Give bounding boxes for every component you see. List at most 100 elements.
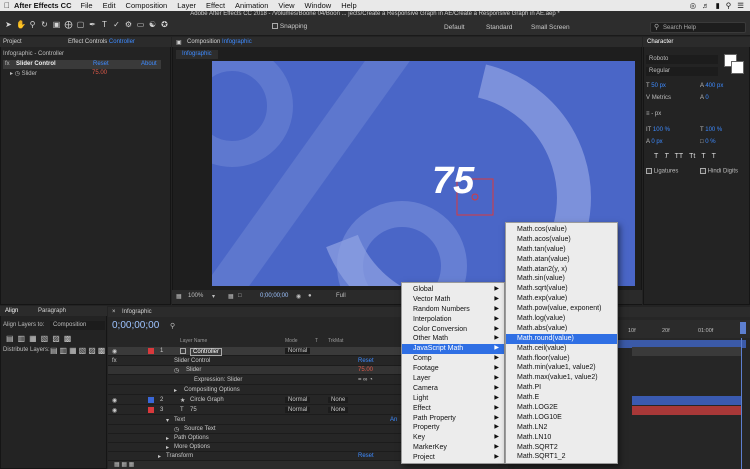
menu-item-math-tan[interactable]: Math.tan(value) (506, 245, 617, 255)
menu-item-math-cos[interactable]: Math.cos(value) (506, 225, 617, 235)
tab-infographic[interactable]: Infographic (122, 309, 152, 315)
property-value[interactable]: 75.00 (358, 367, 373, 373)
reset-link[interactable]: Reset (93, 61, 109, 67)
reset-link[interactable]: Reset (358, 358, 374, 364)
menu-item-math-acos[interactable]: Math.acos(value) (506, 235, 617, 245)
rotate-tool-icon[interactable]: ↻ (40, 20, 49, 29)
menu-item-math-log2e[interactable]: Math.LOG2E (506, 403, 617, 413)
align-buttons[interactable]: ▤▥▦▧▨▩ (6, 334, 75, 343)
expand-arrow-icon[interactable]: ▸ (166, 444, 169, 451)
stopwatch-icon[interactable]: ◷ (174, 367, 179, 374)
mask-icon[interactable]: □ (238, 293, 242, 299)
timeline-search-icon[interactable]: ⚲ (170, 322, 175, 330)
layer-name[interactable]: Controller (190, 348, 223, 356)
stopwatch-icon[interactable]: ◷ (174, 426, 179, 433)
close-tab-icon[interactable]: × (112, 309, 116, 315)
menu-item-math-max[interactable]: Math.max(value1, value2) (506, 373, 617, 383)
menu-item-math-sqrt1-2[interactable]: Math.SQRT1_2 (506, 452, 617, 462)
col-mode[interactable]: Mode (285, 338, 298, 344)
tab-project[interactable]: Project (3, 39, 22, 45)
menu-item-javascript-math[interactable]: JavaScript Math ▶ (402, 344, 504, 355)
workspace-default[interactable]: Default (444, 24, 465, 31)
spotlight-icon[interactable]: ⚲ (726, 1, 732, 10)
menu-item-random-numbers[interactable]: Random Numbers ▶ (402, 305, 504, 315)
layer-mode-dropdown[interactable]: Normal (285, 348, 311, 354)
menu-item-math-log10e[interactable]: Math.LOG10E (506, 413, 617, 423)
character-title[interactable]: Character (647, 39, 673, 45)
hindi-digits-checkbox[interactable]: Hindi Digits (700, 168, 738, 175)
apple-icon[interactable]:  (0, 1, 14, 10)
search-help-input[interactable]: Search Help (650, 22, 746, 33)
menu-window[interactable]: Window (305, 1, 332, 10)
layer-mode-dropdown[interactable]: Normal (285, 397, 311, 403)
menu-item-vector-math[interactable]: Vector Math ▶ (402, 295, 504, 305)
menu-animation[interactable]: Animation (235, 1, 268, 10)
menu-item-layer[interactable]: Layer ▶ (402, 374, 504, 384)
track-75[interactable] (632, 406, 742, 415)
notification-icon[interactable]: ☰ (737, 1, 744, 10)
animate-link[interactable]: An (390, 417, 397, 423)
menu-item-math-pow[interactable]: Math.pow(value, exponent) (506, 304, 617, 314)
trkmat-dropdown[interactable]: None (328, 397, 349, 403)
menu-item-property[interactable]: Property ▶ (402, 423, 504, 433)
fx-icon[interactable]: fx (112, 358, 117, 364)
puppet-tool-icon[interactable]: ✪ (160, 20, 169, 29)
horizontal-scale-field[interactable]: T 100 % (700, 127, 722, 133)
expand-arrow-icon[interactable]: ▸ (174, 387, 177, 394)
layer-mode-dropdown[interactable]: Normal (285, 407, 311, 413)
track-circle-graph[interactable] (632, 396, 742, 405)
col-t[interactable]: T (315, 338, 318, 344)
menu-item-path-property[interactable]: Path Property ▶ (402, 414, 504, 424)
menu-item-math-exp[interactable]: Math.exp(value) (506, 294, 617, 304)
visibility-eye-icon[interactable]: ◉ (112, 397, 117, 404)
label-color-swatch[interactable] (148, 397, 154, 403)
col-trkmat[interactable]: TrkMat (328, 338, 343, 344)
menu-view[interactable]: View (278, 1, 294, 10)
kerning-field[interactable]: V Metrics (646, 95, 671, 101)
about-link[interactable]: About (141, 61, 157, 67)
menu-item-other-math[interactable]: Other Math ▶ (402, 334, 504, 344)
menu-item-math-floor[interactable]: Math.floor(value) (506, 354, 617, 364)
zoom-tool-icon[interactable]: ⚲ (28, 20, 37, 29)
roto-tool-icon[interactable]: ☯ (148, 20, 157, 29)
menu-item-math-ln10[interactable]: Math.LN10 (506, 433, 617, 443)
tab-composition[interactable]: Composition Infographic (187, 39, 252, 45)
menu-item-markerkey[interactable]: MarkerKey ▶ (402, 443, 504, 453)
work-area-end-handle[interactable] (740, 322, 746, 334)
faux-italic-button[interactable]: T (664, 153, 668, 160)
menu-item-math-ln2[interactable]: Math.LN2 (506, 423, 617, 433)
rectangle-tool-icon[interactable]: ▢ (76, 20, 85, 29)
menu-item-color-conversion[interactable]: Color Conversion ▶ (402, 325, 504, 335)
menu-item-math-atan2[interactable]: Math.atan2(y, x) (506, 265, 617, 275)
col-layer-name[interactable]: Layer Name (180, 338, 207, 344)
expand-arrow-icon[interactable]: ▸ (10, 71, 13, 77)
small-caps-button[interactable]: Tt (689, 153, 695, 160)
playhead[interactable] (741, 338, 742, 469)
tab-effect-controls[interactable]: Effect Controls Controller (68, 39, 135, 45)
wifi-icon[interactable]: ◎ (690, 1, 697, 10)
workspace-standard[interactable]: Standard (486, 24, 512, 31)
time-ruler[interactable]: 10f 20f 01:00f (618, 320, 750, 338)
expand-arrow-icon[interactable]: ▾ (166, 417, 169, 424)
menu-item-math-ceil[interactable]: Math.ceil(value) (506, 344, 617, 354)
comp-timecode[interactable]: 0;00;00;00 (260, 293, 288, 299)
menu-effect[interactable]: Effect (206, 1, 225, 10)
distribute-buttons[interactable]: ▤▥▦▧▨▩ (50, 346, 107, 355)
menu-item-math-e[interactable]: Math.E (506, 393, 617, 403)
always-preview-icon[interactable]: ▦ (176, 293, 182, 300)
menu-item-math-sin[interactable]: Math.sin(value) (506, 274, 617, 284)
menu-item-camera[interactable]: Camera ▶ (402, 384, 504, 394)
layer-name[interactable]: 75 (190, 407, 197, 413)
app-menu[interactable]: After Effects CC (14, 1, 72, 10)
subscript-button[interactable]: T (712, 153, 716, 160)
menu-item-footage[interactable]: Footage ▶ (402, 364, 504, 374)
toggle-switches-icon[interactable]: ▦ ▦ ▦ (114, 461, 134, 468)
trkmat-dropdown[interactable]: None (328, 407, 349, 413)
clone-tool-icon[interactable]: ⚙ (124, 20, 133, 29)
battery-icon[interactable]: ▮ (716, 1, 720, 10)
tab-paragraph[interactable]: Paragraph (38, 308, 66, 314)
all-caps-button[interactable]: TT (675, 153, 684, 160)
menu-item-interpolation[interactable]: Interpolation ▶ (402, 315, 504, 325)
baseline-shift-field[interactable]: A 0 px (646, 139, 663, 145)
reset-link[interactable]: Reset (358, 453, 374, 459)
